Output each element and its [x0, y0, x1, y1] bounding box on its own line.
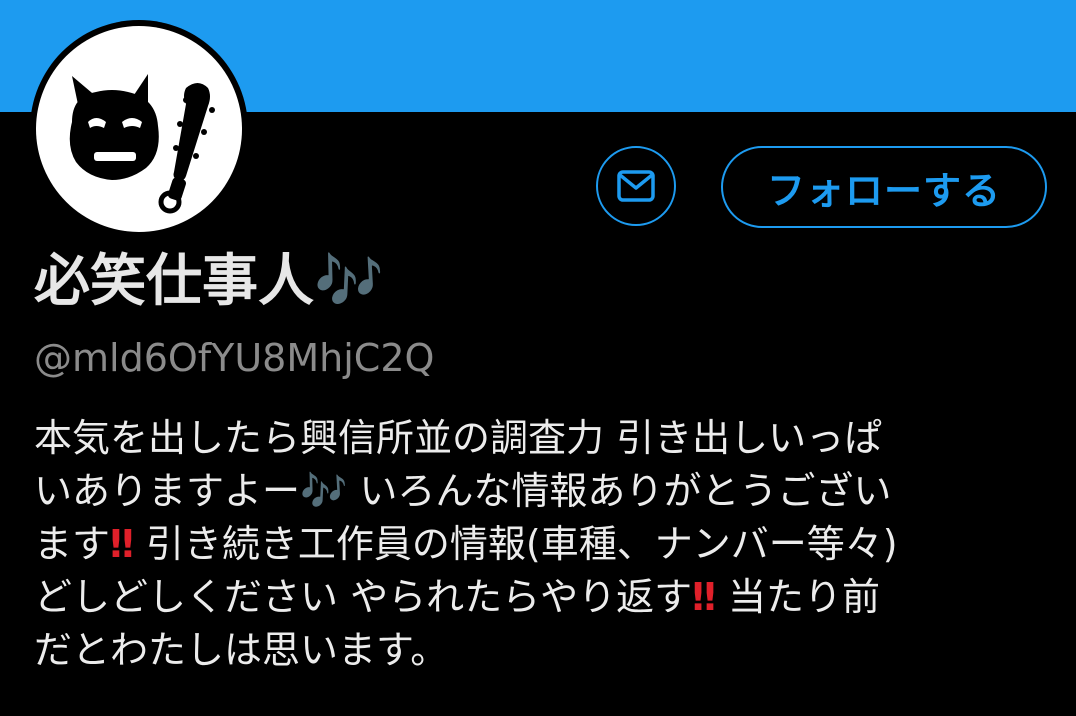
bio-text: ます — [34, 522, 111, 566]
bio-text: 当たり前 — [715, 575, 881, 619]
envelope-icon — [617, 170, 655, 202]
follow-button[interactable]: フォローする — [721, 146, 1047, 228]
follow-button-label: フォローする — [766, 168, 1001, 213]
double-exclamation-emoji: ‼ — [692, 575, 716, 619]
profile-bio: 本気を出したら興信所並の調査力 引き出しいっぱ いありますよー🎶 いろんな情報あ… — [34, 412, 1034, 677]
profile-page: フォローする 必笑仕事人🎶 @mld6OfYU8MhjC2Q 本気を出したら興信… — [0, 0, 1076, 716]
message-button[interactable] — [596, 146, 676, 226]
bio-line: いありますよー🎶 いろんな情報ありがとうござい — [34, 465, 1034, 518]
display-name: 必笑仕事人🎶 — [34, 246, 384, 318]
oni-demon-with-club-icon — [36, 26, 242, 232]
bio-line: ます‼ 引き続き工作員の情報(車種、ナンバー等々) — [34, 518, 1034, 571]
bio-text: いありますよー — [34, 469, 301, 513]
bio-line: だとわたしは思います。 — [34, 628, 449, 672]
bio-line: 本気を出したら興信所並の調査力 引き出しいっぱ — [34, 416, 883, 460]
avatar[interactable] — [30, 20, 248, 238]
music-notes-emoji: 🎶 — [300, 469, 348, 513]
bio-text: 引き続き工作員の情報(車種、ナンバー等々) — [133, 522, 898, 566]
bio-text: いろんな情報ありがとうござい — [347, 469, 892, 513]
music-notes-emoji: 🎶 — [314, 249, 384, 314]
bio-line: どしどしください やられたらやり返す‼ 当たり前 — [34, 571, 1034, 624]
double-exclamation-emoji: ‼ — [110, 522, 134, 566]
bio-text: どしどしください やられたらやり返す — [34, 575, 693, 619]
display-name-text: 必笑仕事人 — [34, 249, 314, 314]
user-handle: @mld6OfYU8MhjC2Q — [34, 336, 435, 380]
